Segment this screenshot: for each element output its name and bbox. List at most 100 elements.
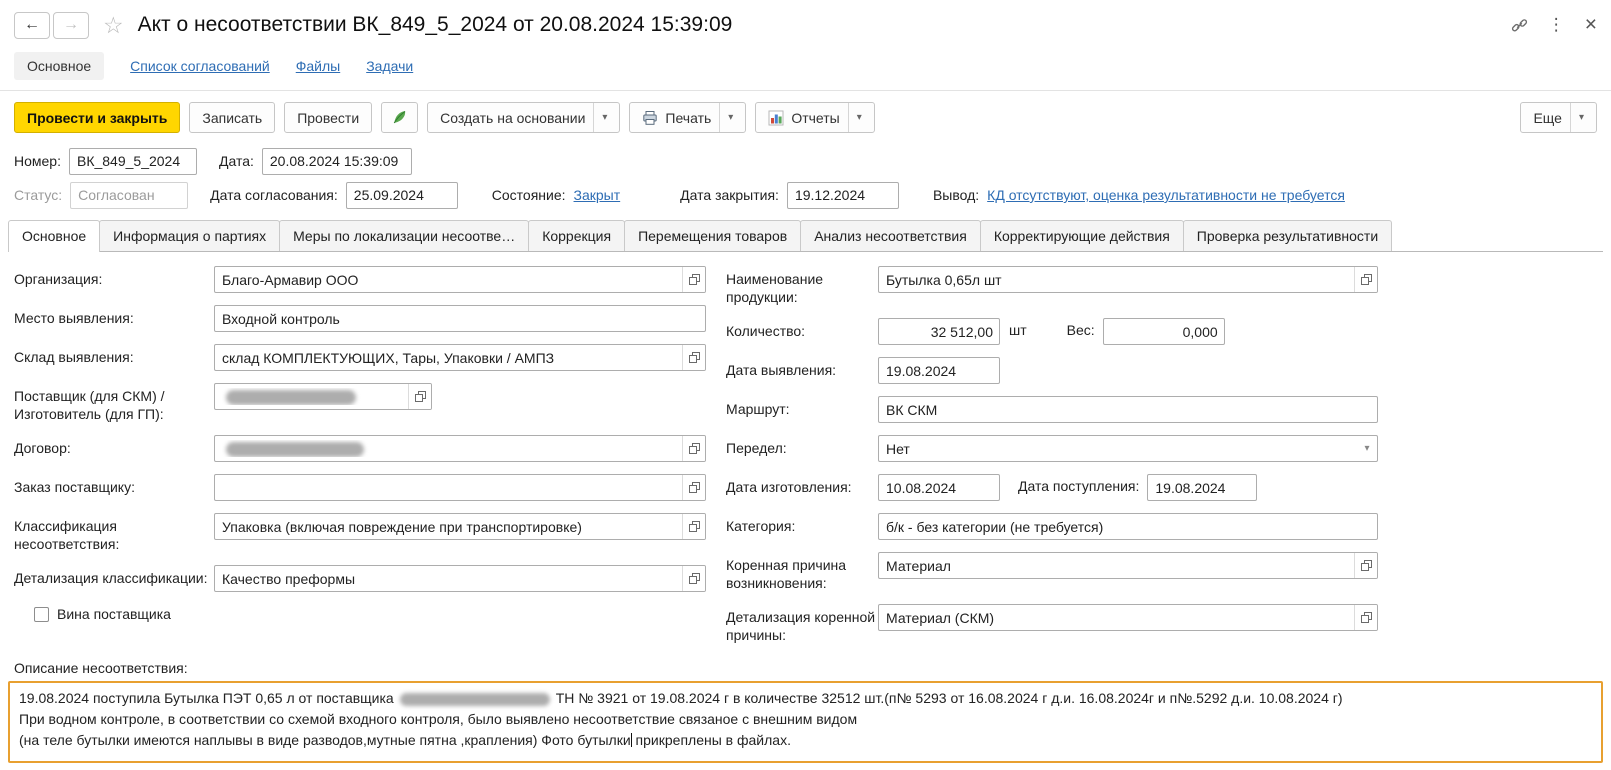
supplier-fault-checkbox[interactable] bbox=[34, 607, 49, 622]
tab-nonconformity-analysis[interactable]: Анализ несоответствия bbox=[800, 220, 981, 251]
description-line: (на теле бутылки имеются наплывы в виде … bbox=[19, 730, 1592, 751]
forward-button[interactable]: → bbox=[53, 12, 89, 39]
tab-goods-movement[interactable]: Перемещения товаров bbox=[624, 220, 801, 251]
state-link[interactable]: Закрыт bbox=[574, 187, 621, 203]
choose-icon bbox=[689, 482, 700, 493]
report-chart-icon bbox=[768, 110, 784, 126]
product-field[interactable]: Бутылка 0,65л шт bbox=[878, 266, 1378, 293]
choose-button[interactable] bbox=[1354, 553, 1377, 578]
reports-label: Отчеты bbox=[791, 110, 839, 126]
stage-combobox[interactable]: Нет ▾ bbox=[878, 435, 1378, 462]
choose-button[interactable] bbox=[682, 345, 705, 370]
section-tasks[interactable]: Задачи bbox=[366, 58, 413, 74]
tab-corrective-actions[interactable]: Корректирующие действия bbox=[980, 220, 1184, 251]
manufacture-date-field[interactable]: 10.08.2024 bbox=[878, 474, 1000, 501]
product-label: Наименование продукции: bbox=[726, 266, 878, 306]
detect-date-label: Дата выявления: bbox=[726, 357, 878, 379]
write-button[interactable]: Записать bbox=[189, 102, 275, 133]
warehouse-field[interactable]: склад КОМПЛЕКТУЮЩИХ, Тары, Упаковки / АМ… bbox=[214, 344, 706, 371]
conclusion-link[interactable]: КД отсутствуют, оценка результативности … bbox=[987, 187, 1345, 203]
weight-label: Вес: bbox=[1067, 318, 1095, 338]
back-button[interactable]: ← bbox=[14, 12, 50, 39]
main-form: Организация: Благо-Армавир ООО Место выя… bbox=[0, 252, 1611, 656]
titlebar: ← → ☆ Акт о несоответствии ВК_849_5_2024… bbox=[0, 0, 1611, 50]
purchase-order-label: Заказ поставщику: bbox=[14, 474, 214, 496]
combo-arrow-icon[interactable]: ▾ bbox=[1357, 436, 1377, 461]
post-button[interactable]: Провести bbox=[284, 102, 372, 133]
post-and-close-button[interactable]: Провести и закрыть bbox=[14, 102, 180, 133]
description-label: Описание несоответствия: bbox=[0, 656, 1611, 681]
choose-icon bbox=[1361, 560, 1372, 571]
purchase-order-field[interactable] bbox=[214, 474, 706, 501]
description-textarea[interactable]: 19.08.2024 поступила Бутылка ПЭТ 0,65 л … bbox=[8, 681, 1603, 763]
closed-date-field[interactable]: 19.12.2024 bbox=[787, 182, 899, 209]
category-label: Категория: bbox=[726, 513, 878, 535]
classification-field[interactable]: Упаковка (включая повреждение при трансп… bbox=[214, 513, 706, 540]
choose-button[interactable] bbox=[682, 267, 705, 292]
more-button[interactable]: Еще ▾ bbox=[1520, 102, 1597, 133]
choose-button[interactable] bbox=[1354, 267, 1377, 292]
choose-button[interactable] bbox=[682, 566, 705, 591]
weight-field[interactable]: 0,000 bbox=[1103, 318, 1225, 345]
section-approvals[interactable]: Список согласований bbox=[130, 58, 270, 74]
choose-icon bbox=[689, 352, 700, 363]
tab-effectiveness-check[interactable]: Проверка результативности bbox=[1183, 220, 1392, 251]
stage-label: Передел: bbox=[726, 435, 878, 457]
close-icon[interactable]: × bbox=[1585, 13, 1597, 37]
contract-field[interactable] bbox=[214, 435, 706, 462]
tab-batch-info[interactable]: Информация о партиях bbox=[99, 220, 280, 251]
get-link-icon[interactable] bbox=[1511, 17, 1528, 34]
redacted-supplier-name bbox=[400, 693, 550, 706]
feather-icon-button[interactable] bbox=[381, 102, 418, 133]
category-field[interactable]: б/к - без категории (не требуется) bbox=[878, 513, 1378, 540]
tab-localization-measures[interactable]: Меры по локализации несоотве… bbox=[279, 220, 529, 251]
choose-button[interactable] bbox=[682, 514, 705, 539]
warehouse-label: Склад выявления: bbox=[14, 344, 214, 366]
supplier-field[interactable] bbox=[214, 383, 432, 410]
kebab-menu-icon[interactable]: ⋮ bbox=[1548, 15, 1565, 35]
classification-detail-field[interactable]: Качество преформы bbox=[214, 565, 706, 592]
create-on-basis-button[interactable]: Создать на основании ▾ bbox=[427, 102, 620, 133]
root-cause-detail-label: Детализация коренной причины: bbox=[726, 604, 878, 644]
create-on-basis-label: Создать на основании bbox=[440, 110, 585, 126]
document-number-row: Номер: ВК_849_5_2024 Дата: 20.08.2024 15… bbox=[0, 144, 1611, 178]
redacted-contract bbox=[226, 442, 364, 457]
dropdown-arrow-icon: ▾ bbox=[593, 103, 607, 132]
place-field[interactable]: Входной контроль bbox=[214, 305, 706, 332]
organization-field[interactable]: Благо-Армавир ООО bbox=[214, 266, 706, 293]
date-label: Дата: bbox=[219, 153, 254, 169]
quantity-field[interactable]: 32 512,00 bbox=[878, 318, 1000, 345]
favorite-star-icon[interactable]: ☆ bbox=[103, 12, 124, 39]
print-button[interactable]: Печать ▾ bbox=[629, 102, 746, 133]
manufacture-date-label: Дата изготовления: bbox=[726, 474, 878, 496]
root-cause-detail-field[interactable]: Материал (СКМ) bbox=[878, 604, 1378, 631]
choose-button[interactable] bbox=[682, 436, 705, 461]
route-label: Маршрут: bbox=[726, 396, 878, 418]
detect-date-field[interactable]: 19.08.2024 bbox=[878, 357, 1000, 384]
section-main[interactable]: Основное bbox=[14, 52, 104, 80]
classification-label: Классификация несоответствия: bbox=[14, 513, 214, 553]
form-right-column: Наименование продукции: Бутылка 0,65л шт… bbox=[726, 266, 1597, 656]
dropdown-arrow-icon: ▾ bbox=[1570, 103, 1584, 132]
number-field[interactable]: ВК_849_5_2024 bbox=[69, 148, 197, 175]
tab-main[interactable]: Основное bbox=[8, 220, 100, 252]
choose-button[interactable] bbox=[682, 475, 705, 500]
organization-label: Организация: bbox=[14, 266, 214, 288]
section-files[interactable]: Файлы bbox=[296, 58, 340, 74]
titlebar-actions: ⋮ × bbox=[1511, 13, 1597, 37]
arrival-date-field[interactable]: 19.08.2024 bbox=[1147, 474, 1257, 501]
tab-correction[interactable]: Коррекция bbox=[528, 220, 625, 251]
root-cause-field[interactable]: Материал bbox=[878, 552, 1378, 579]
agreed-date-field[interactable]: 25.09.2024 bbox=[346, 182, 458, 209]
quantity-unit: шт bbox=[1009, 318, 1027, 338]
choose-button[interactable] bbox=[408, 384, 431, 409]
choose-icon bbox=[1361, 274, 1372, 285]
date-field[interactable]: 20.08.2024 15:39:09 bbox=[262, 148, 412, 175]
reports-button[interactable]: Отчеты ▾ bbox=[755, 102, 874, 133]
description-line: 19.08.2024 поступила Бутылка ПЭТ 0,65 л … bbox=[19, 688, 1592, 709]
dropdown-arrow-icon: ▾ bbox=[719, 103, 733, 132]
choose-icon bbox=[689, 521, 700, 532]
choose-button[interactable] bbox=[1354, 605, 1377, 630]
arrival-date-label: Дата поступления: bbox=[1018, 474, 1139, 494]
route-field[interactable]: ВК СКМ bbox=[878, 396, 1378, 423]
